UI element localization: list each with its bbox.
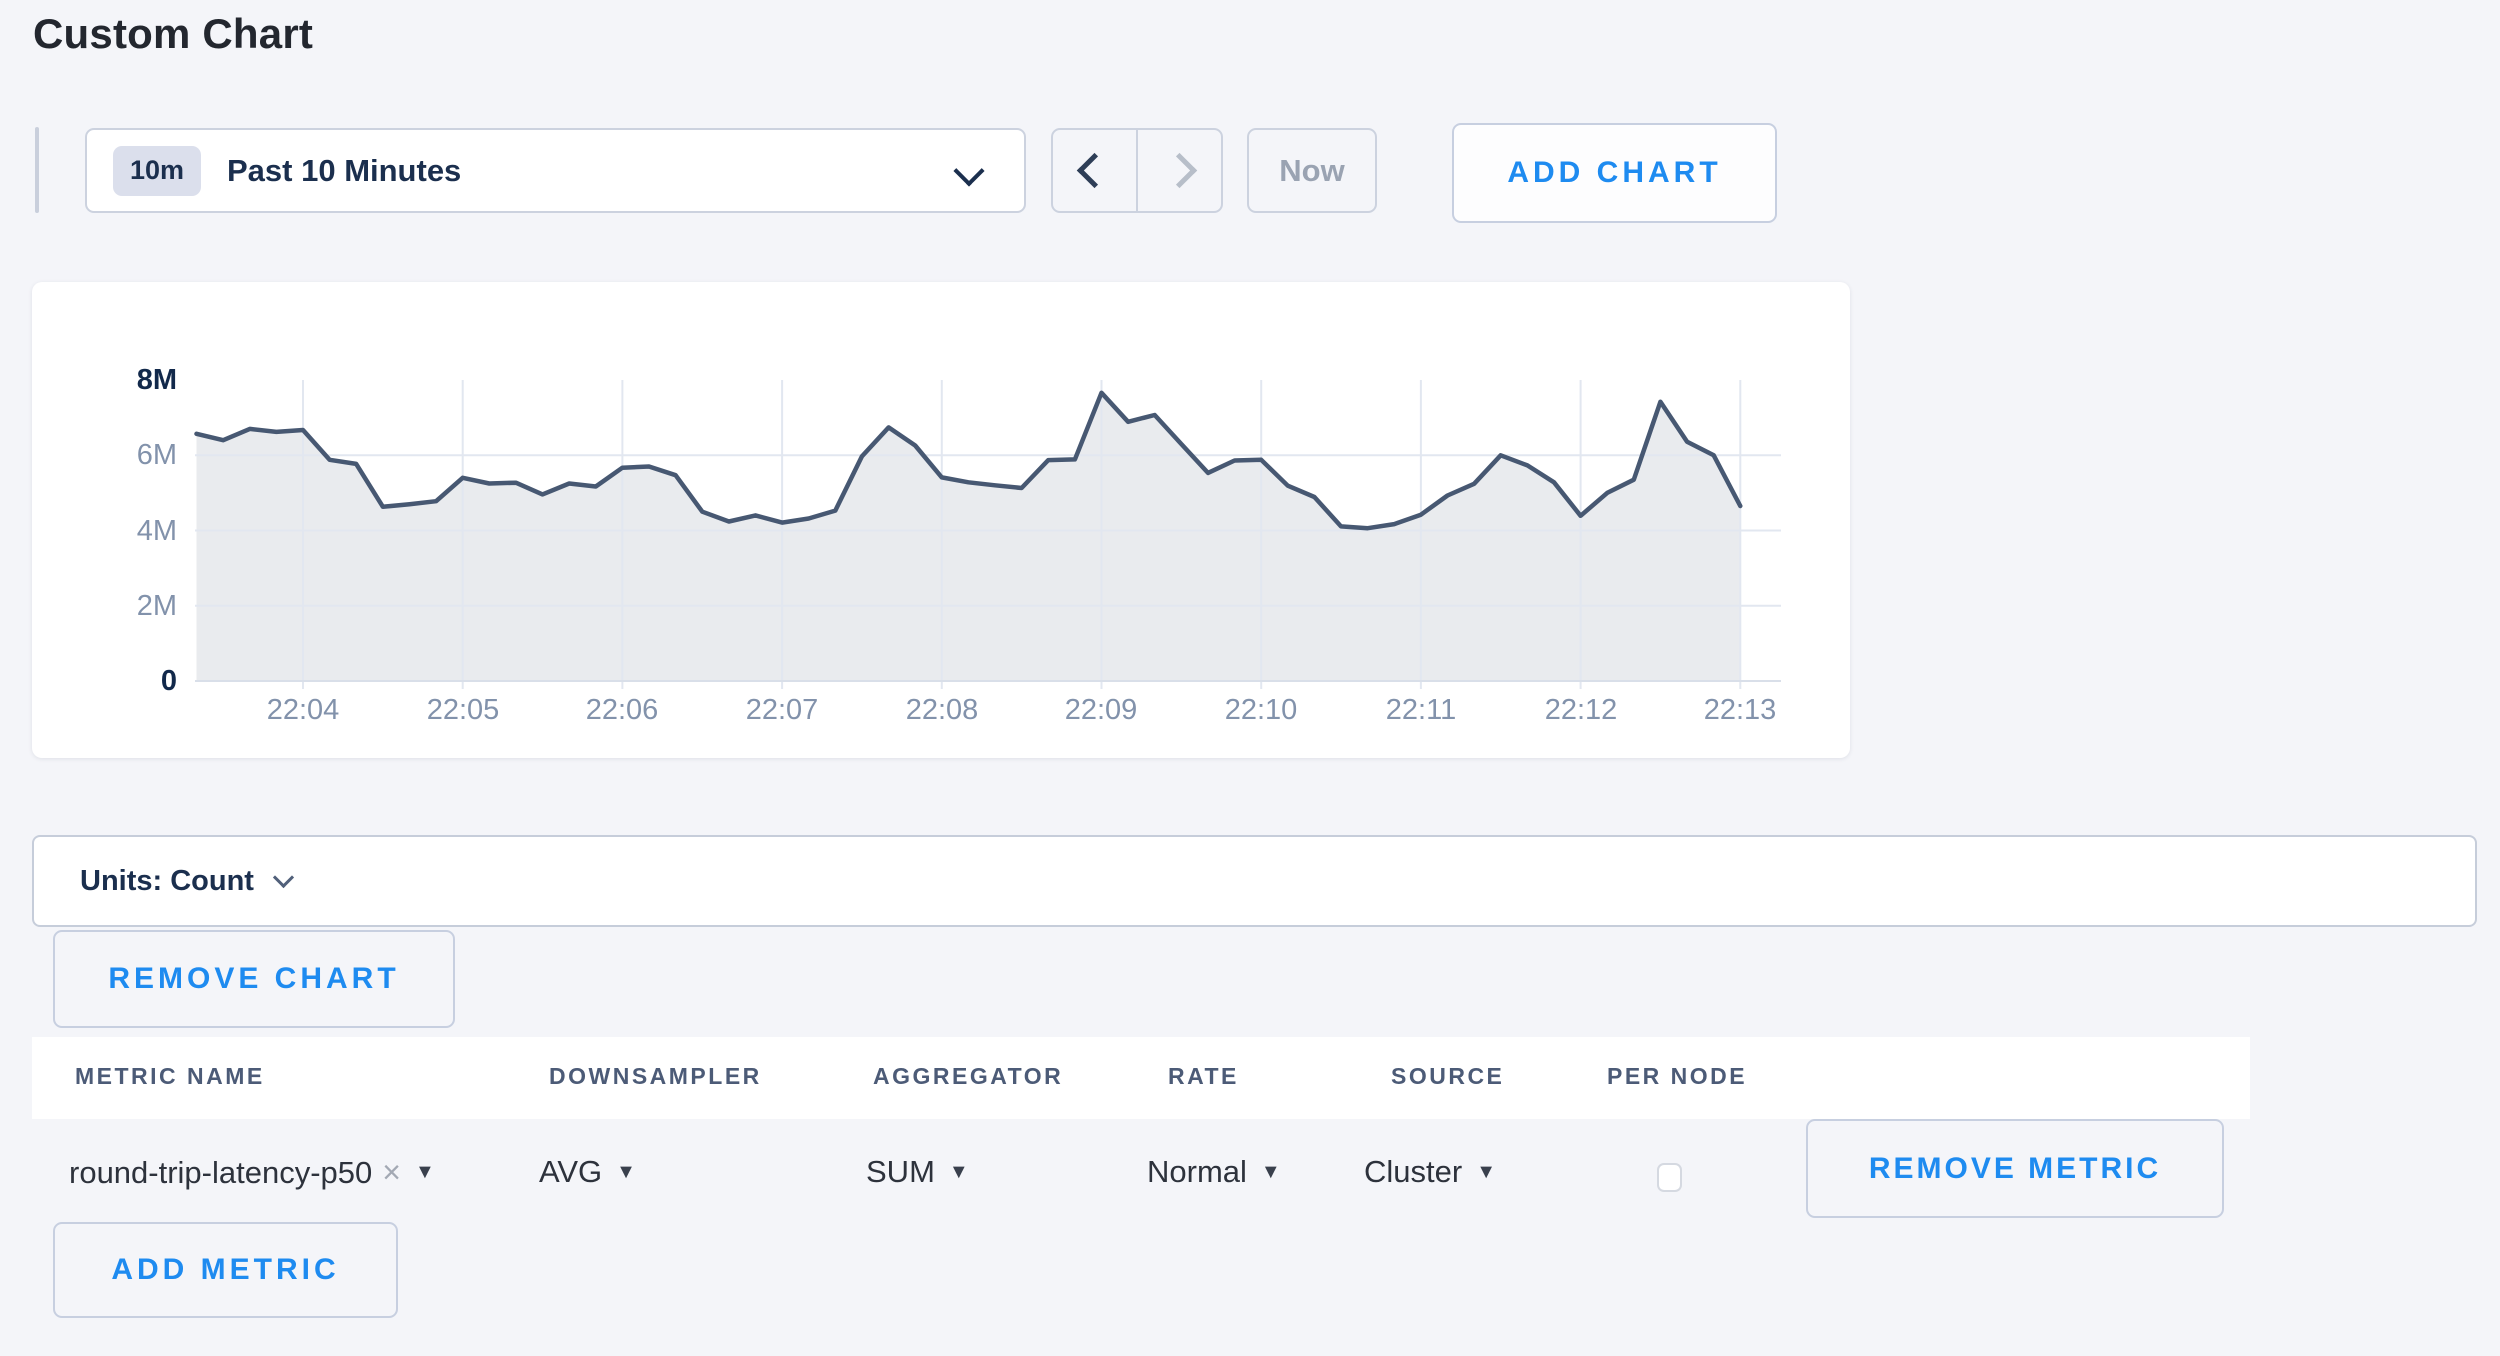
next-time-button[interactable] (1138, 130, 1221, 211)
time-range-dropdown[interactable]: 10m Past 10 Minutes (85, 128, 1026, 213)
time-range-badge: 10m (113, 146, 201, 196)
y-axis-tick: 2M (67, 590, 177, 622)
x-axis-tick: 22:06 (552, 694, 692, 726)
y-axis-tick: 6M (67, 439, 177, 471)
y-axis-tick: 8M (67, 364, 177, 396)
col-header-per-node: PER NODE (1607, 1063, 1747, 1090)
x-axis-tick: 22:07 (712, 694, 852, 726)
units-dropdown[interactable]: Units: Count (32, 835, 2477, 927)
custom-chart-page: Custom Chart 10m Past 10 Minutes Now ADD… (0, 0, 2500, 1356)
chevron-left-icon (1077, 153, 1112, 188)
chart-card: 8M 6M 4M 2M 0 22:04 22:05 22:06 22:07 22… (32, 282, 1850, 758)
x-axis-tick: 22:04 (233, 694, 373, 726)
time-range-label: Past 10 Minutes (227, 153, 461, 189)
add-chart-button[interactable]: ADD CHART (1452, 123, 1777, 223)
now-button[interactable]: Now (1247, 128, 1377, 213)
col-header-metric-name: METRIC NAME (75, 1063, 265, 1090)
units-label: Units: Count (80, 865, 254, 898)
rate-value: Normal (1147, 1154, 1247, 1190)
metric-name-value: round-trip-latency-p50 (69, 1155, 372, 1191)
caret-down-icon: ▼ (415, 1161, 435, 1184)
aggregator-select[interactable]: SUM ▼ (866, 1154, 969, 1190)
chevron-down-icon (273, 866, 294, 887)
rate-select[interactable]: Normal ▼ (1147, 1154, 1281, 1190)
x-axis-tick: 22:09 (1031, 694, 1171, 726)
x-axis-tick: 22:05 (393, 694, 533, 726)
metrics-table-header: METRIC NAME DOWNSAMPLER AGGREGATOR RATE … (32, 1037, 2250, 1119)
source-select[interactable]: Cluster ▼ (1364, 1154, 1496, 1190)
remove-metric-button[interactable]: REMOVE METRIC (1806, 1119, 2224, 1218)
x-axis-tick: 22:10 (1191, 694, 1331, 726)
caret-down-icon: ▼ (1476, 1161, 1496, 1184)
metric-name-select[interactable]: round-trip-latency-p50 × ▼ (69, 1154, 435, 1191)
y-axis-tick: 0 (67, 665, 177, 697)
page-title: Custom Chart (33, 10, 313, 58)
y-axis-tick: 4M (67, 515, 177, 547)
col-header-downsampler: DOWNSAMPLER (549, 1063, 762, 1090)
caret-down-icon: ▼ (616, 1161, 636, 1184)
prev-time-button[interactable] (1053, 130, 1138, 211)
time-pager (1051, 128, 1223, 213)
downsampler-value: AVG (539, 1154, 602, 1190)
x-axis-tick: 22:11 (1351, 694, 1491, 726)
chevron-right-icon (1162, 153, 1197, 188)
x-axis-tick: 22:13 (1670, 694, 1810, 726)
timeseries-chart[interactable] (32, 282, 1850, 758)
add-metric-button[interactable]: ADD METRIC (53, 1222, 398, 1318)
aggregator-value: SUM (866, 1154, 935, 1190)
col-header-aggregator: AGGREGATOR (873, 1063, 1063, 1090)
downsampler-select[interactable]: AVG ▼ (539, 1154, 636, 1190)
caret-down-icon: ▼ (1261, 1161, 1281, 1184)
chevron-down-icon (953, 155, 984, 186)
col-header-rate: RATE (1168, 1063, 1239, 1090)
x-axis-tick: 22:08 (872, 694, 1012, 726)
source-value: Cluster (1364, 1154, 1462, 1190)
per-node-checkbox[interactable] (1657, 1163, 1682, 1192)
clear-metric-icon[interactable]: × (382, 1154, 401, 1191)
caret-down-icon: ▼ (949, 1161, 969, 1184)
col-header-source: SOURCE (1391, 1063, 1504, 1090)
divider (35, 127, 39, 213)
remove-chart-button[interactable]: REMOVE CHART (53, 930, 455, 1028)
x-axis-tick: 22:12 (1511, 694, 1651, 726)
